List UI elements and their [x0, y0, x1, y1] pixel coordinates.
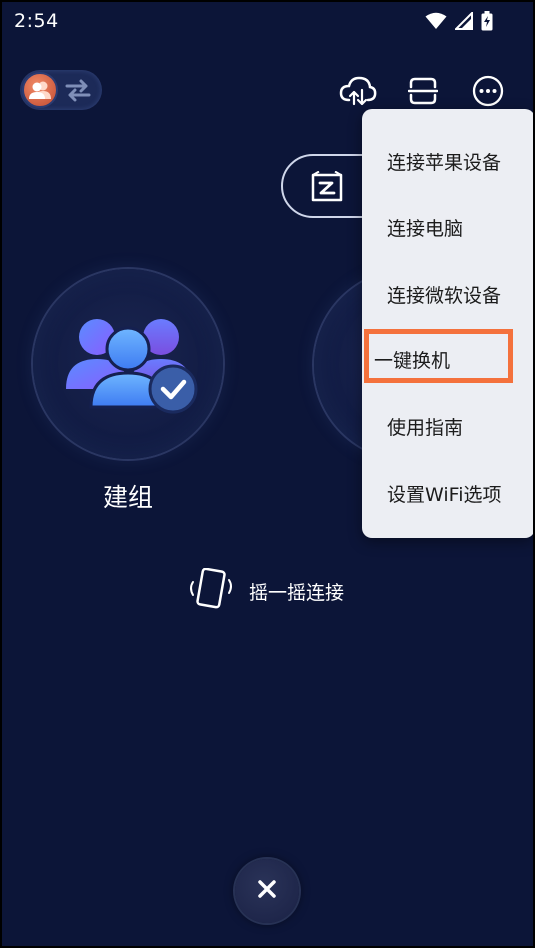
menu-item-connect-microsoft[interactable]: 连接微软设备: [387, 281, 501, 308]
wifi-icon: [425, 12, 447, 34]
status-bar: 2:54: [2, 2, 533, 42]
battery-icon: [481, 11, 493, 35]
menu-item-connect-computer[interactable]: 连接电脑: [387, 214, 463, 241]
people-group-icon: [66, 319, 198, 414]
menu-item-wifi-settings[interactable]: 设置WiFi选项: [387, 480, 501, 507]
close-button[interactable]: [235, 859, 299, 923]
shake-to-connect[interactable]: 摇一摇连接: [187, 567, 345, 614]
more-icon[interactable]: [468, 72, 508, 110]
more-menu: 连接苹果设备 连接电脑 连接微软设备 一键换机 使用指南 设置WiFi选项: [362, 109, 533, 538]
create-group-label: 建组: [102, 483, 153, 512]
create-group-button[interactable]: [33, 269, 223, 459]
app-screen: 2:54 建组 摇一摇连接 连接苹果设备 连接电脑 连接微软设备 一键换机 使用…: [0, 0, 535, 948]
status-icons: [425, 10, 493, 35]
cloud-upload-icon[interactable]: [338, 72, 378, 110]
menu-item-connect-apple[interactable]: 连接苹果设备: [387, 148, 501, 175]
shake-label: 摇一摇连接: [249, 581, 345, 604]
signal-icon: [453, 10, 473, 34]
scan-icon[interactable]: [403, 72, 443, 110]
document-icon: [309, 170, 345, 207]
close-icon: [257, 879, 277, 903]
swap-icon: [64, 78, 92, 106]
shake-phone-icon: [187, 567, 235, 614]
status-time: 2:54: [14, 10, 59, 32]
highlight-box: [364, 329, 513, 383]
menu-item-user-guide[interactable]: 使用指南: [387, 413, 463, 440]
group-icon: [22, 72, 58, 108]
mode-toggle[interactable]: [20, 70, 102, 110]
